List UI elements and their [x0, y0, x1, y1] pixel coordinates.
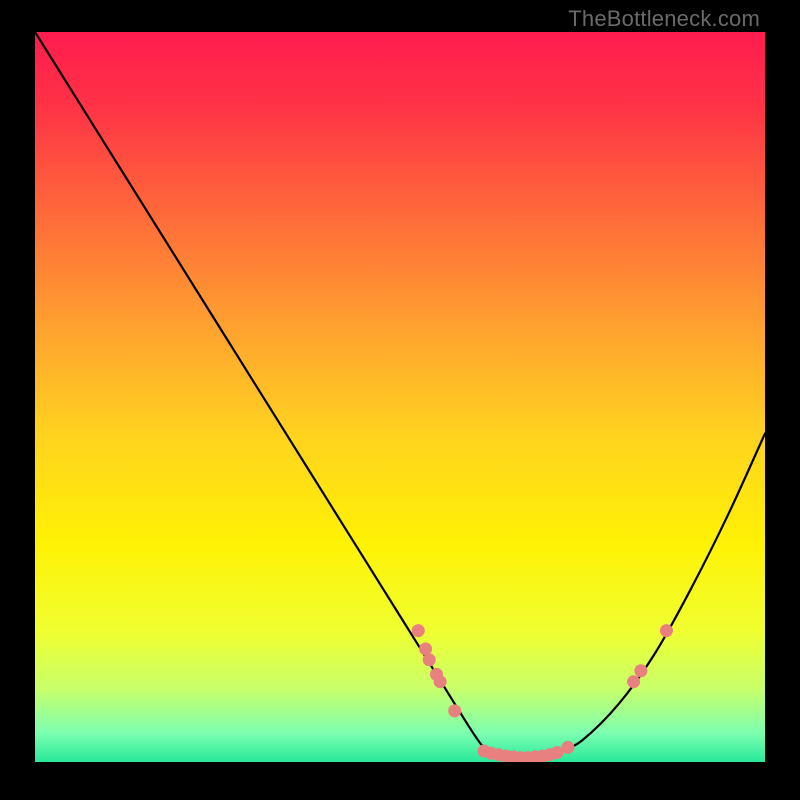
data-marker	[423, 653, 436, 666]
data-marker	[448, 704, 461, 717]
curve-layer	[35, 32, 765, 762]
bottleneck-curve	[35, 32, 765, 759]
data-markers	[412, 624, 673, 762]
data-marker	[627, 675, 640, 688]
data-marker	[434, 675, 447, 688]
chart-container: TheBottleneck.com	[0, 0, 800, 800]
plot-area	[35, 32, 765, 762]
data-marker	[412, 624, 425, 637]
data-marker	[561, 741, 574, 754]
watermark-text: TheBottleneck.com	[568, 6, 760, 32]
data-marker	[634, 664, 647, 677]
data-marker	[660, 624, 673, 637]
